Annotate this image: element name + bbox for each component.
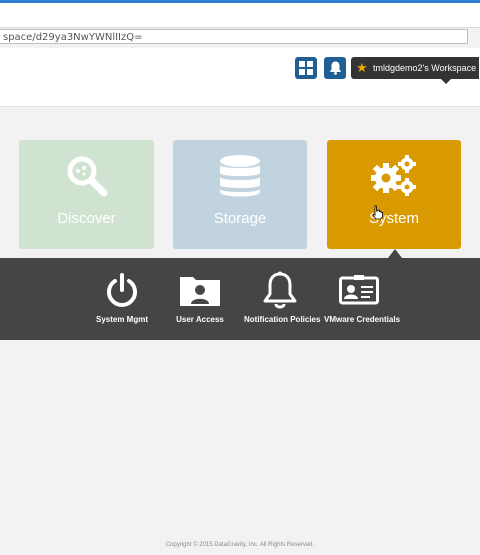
browser-chrome (0, 0, 480, 28)
power-icon (92, 270, 152, 310)
tile-label: Storage (213, 210, 267, 227)
browser-accent-line (0, 0, 480, 3)
notifications-button[interactable] (324, 57, 346, 79)
workspace-label: tmldgdemo2's Workspace (373, 63, 477, 73)
submenu-item-user-access[interactable]: User Access (170, 270, 230, 324)
bell-icon (244, 270, 316, 310)
hand-cursor-icon (372, 205, 384, 225)
tile-discover[interactable]: Discover (19, 140, 154, 249)
tile-pointer (388, 249, 402, 258)
tile-label: Discover (57, 210, 116, 227)
submenu-label: User Access (176, 315, 224, 324)
submenu-label: VMware Credentials (324, 315, 401, 324)
database-icon (218, 154, 262, 203)
star-icon: ★ (356, 60, 368, 75)
grid-button[interactable] (295, 57, 317, 79)
tile-storage[interactable]: Storage (173, 140, 307, 249)
submenu-item-notification-policies[interactable]: Notification Policies (244, 270, 321, 324)
tile-label: System (368, 210, 419, 227)
bell-icon (329, 61, 341, 75)
address-bar[interactable]: space/d29ya3NwYWNlIIzQ= (0, 29, 468, 44)
workspace-pointer (441, 79, 451, 84)
footer-copyright: Copyright © 2015 DataGravity, Inc. All R… (165, 542, 315, 548)
submenu-item-system-mgmt[interactable]: System Mgmt (92, 270, 152, 324)
tile-system[interactable]: System (327, 140, 461, 249)
grid-icon (299, 61, 313, 75)
gears-icon (370, 154, 418, 203)
user-folder-icon (170, 270, 230, 310)
submenu-label: System Mgmt (95, 315, 148, 324)
submenu-item-vmware-credentials[interactable]: VMware Credentials (324, 270, 401, 324)
system-submenu: System Mgmt User Access Notification Pol… (0, 258, 480, 340)
workspace-selector[interactable]: ★ tmldgdemo2's Workspace (351, 57, 479, 79)
search-icon (65, 154, 109, 203)
submenu-label: Notification Policies (244, 315, 321, 324)
id-card-icon (324, 270, 394, 310)
